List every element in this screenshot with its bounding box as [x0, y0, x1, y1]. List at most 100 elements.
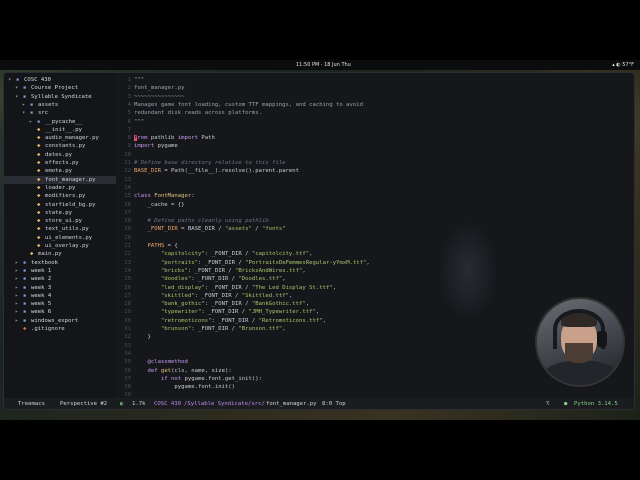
tree-file[interactable]: ◆ .gitignore [4, 325, 65, 333]
chevron-right-icon[interactable]: ▸ [15, 275, 23, 283]
tree-folder[interactable]: ▸ ▪ week 1 [4, 267, 51, 275]
chevron-down-icon[interactable]: ▾ [22, 109, 30, 117]
code-line[interactable]: 11 # Define base directory relative to th… [116, 159, 634, 167]
code-token: Manages game font loading, custom TTF ma… [134, 101, 364, 108]
git-branch-icon[interactable]: ⌥ [546, 398, 549, 409]
chevron-right-icon[interactable]: ▸ [15, 284, 23, 292]
tree-folder[interactable]: ▸ ▪ windows_export [4, 317, 78, 325]
code-line[interactable]: 9 import pygame [116, 142, 634, 150]
tree-file[interactable]: ◆ constants.py [4, 142, 85, 150]
code-line[interactable]: 17 [116, 209, 634, 217]
statusbar-language[interactable]: Python 3.14.5 [574, 398, 618, 409]
tree-item-label: starfield_bg.py [45, 201, 96, 208]
tree-file[interactable]: ◆ store_ui.py [4, 217, 82, 225]
code-line[interactable]: 16 _cache = {} [116, 201, 634, 209]
tree-folder[interactable]: ▸ ▪ __pycache__ [4, 118, 82, 126]
tree-file[interactable]: ◆ state.py [4, 209, 72, 217]
tree-folder[interactable]: ▸ ▪ textbook [4, 259, 58, 267]
chevron-right-icon[interactable]: ▸ [22, 101, 30, 109]
code-line[interactable]: 8 from pathlib import Path [116, 134, 634, 142]
statusbar-treemacs-label[interactable]: Treemacs [18, 398, 45, 409]
code-line[interactable]: 26 "led_display": _FONT_DIR / "The Led D… [116, 284, 634, 292]
code-line[interactable]: 19 _FONT_DIR = BASE_DIR / "assets" / "fo… [116, 225, 634, 233]
code-text: import pygame [134, 142, 178, 150]
git-file-icon: ◆ [23, 326, 27, 332]
menubar-status[interactable]: ▴ ◐ 57°F [612, 62, 634, 68]
code-line[interactable]: 10 [116, 151, 634, 159]
code-line[interactable]: 22 "capitolcity": _FONT_DIR / "capitolci… [116, 250, 634, 258]
chevron-down-icon[interactable]: ▾ [15, 84, 23, 92]
statusbar-perspective[interactable]: Perspective #2 [60, 398, 107, 409]
line-number: 30 [124, 317, 131, 324]
tree-file[interactable]: ◆ emote.py [4, 167, 72, 175]
tree-folder[interactable]: ▸ ▪ week 4 [4, 292, 51, 300]
tree-item-label: assets [38, 101, 59, 108]
code-line[interactable]: 1 """ [116, 76, 634, 84]
chevron-right-icon[interactable]: ▸ [15, 259, 23, 267]
code-line[interactable]: 27 "skittled": _FONT_DIR / "Skittled.ttf… [116, 292, 634, 300]
tree-folder[interactable]: ▾ ▪ src [4, 109, 48, 117]
modified-indicator-icon: ◐ [120, 401, 124, 407]
code-line[interactable]: 7 [116, 126, 634, 134]
tree-file[interactable]: ◆ ui_elements.py [4, 234, 92, 242]
tree-file[interactable]: ◆ text_utils.py [4, 225, 89, 233]
code-line[interactable]: 5 redundant disk reads across platforms. [116, 109, 634, 117]
tree-folder[interactable]: ▾ ▪ Course Project [4, 84, 78, 92]
code-line[interactable]: 14 [116, 184, 634, 192]
code-line[interactable]: 24 "bricks": _FONT_DIR / "BricksAndWires… [116, 267, 634, 275]
code-token: class [134, 193, 151, 200]
tree-folder[interactable]: ▸ ▪ week 3 [4, 284, 51, 292]
tree-folder[interactable]: ▸ ▪ assets [4, 101, 58, 109]
folder-icon: ▪ [23, 301, 27, 308]
chevron-down-icon[interactable]: ▾ [15, 93, 23, 101]
tree-file[interactable]: ◆ font_manager.py [4, 175, 116, 184]
chevron-right-icon[interactable]: ▸ [15, 300, 23, 308]
code-token: pygame.font.get_init(): [181, 375, 262, 382]
tree-file[interactable]: ◆ starfield_bg.py [4, 201, 96, 209]
line-number: 21 [124, 243, 131, 249]
tree-folder[interactable]: ▾ ▪ COSC 430 [4, 76, 51, 84]
code-text: "bricks": _FONT_DIR / "BricksAndWires.tt… [134, 267, 306, 275]
tree-folder[interactable]: ▸ ▪ week 2 [4, 275, 51, 283]
python-file-icon: ◆ [37, 143, 41, 150]
chevron-down-icon[interactable]: ▾ [8, 76, 16, 84]
tree-folder[interactable]: ▸ ▪ week 5 [4, 300, 51, 308]
code-line[interactable]: 6 """ [116, 118, 634, 126]
tree-item-label: COSC 430 [24, 77, 51, 83]
menubar-clock[interactable]: 11:50 PM · 18 Jun Thu [296, 62, 351, 68]
tree-file[interactable]: ◆ effects.py [4, 159, 79, 167]
code-token: "retromoticons" [134, 317, 212, 324]
line-number: 5 [127, 110, 131, 117]
code-line[interactable]: 13 [116, 176, 634, 184]
tree-file[interactable]: ◆ loader.py [4, 184, 75, 192]
folder-icon: ▪ [16, 77, 20, 83]
code-line[interactable]: 4 Manages game font loading, custom TTF m… [116, 101, 634, 109]
chevron-right-icon[interactable]: ▸ [15, 308, 23, 316]
tree-folder[interactable]: ▸ ▪ week 6 [4, 308, 51, 316]
tree-file[interactable]: ◆ audio_manager.py [4, 134, 99, 142]
code-line[interactable]: 12 BASE_DIR = Path(__file__).resolve().pa… [116, 167, 634, 175]
tree-file[interactable]: ◆ main.py [4, 250, 62, 258]
code-token: rom [137, 135, 148, 142]
tree-file[interactable]: ◆ modifiers.py [4, 192, 85, 200]
chevron-right-icon[interactable]: ▸ [15, 317, 23, 325]
chevron-right-icon[interactable]: ▸ [15, 292, 23, 300]
tree-folder[interactable]: ▾ ▪ Syllable Syndicate [4, 93, 92, 101]
code-line[interactable]: 3 ~~~~~~~~~~~~~~~ [116, 93, 634, 101]
code-line[interactable]: 21 PATHS = { [116, 242, 634, 250]
code-line[interactable]: 2 font_manager.py [116, 84, 634, 92]
line-number: 37 [124, 375, 131, 382]
chevron-right-icon[interactable]: ▸ [29, 118, 37, 126]
code-line[interactable]: 15 class FontManager: [116, 192, 634, 200]
tree-file[interactable]: ◆ __init__.py [4, 126, 82, 134]
tree-file[interactable]: ◆ dates.py [4, 151, 72, 159]
code-text: if not pygame.font.get_init(): [134, 375, 262, 383]
code-token: : _FONT_DIR / [194, 292, 242, 299]
code-line[interactable]: 20 [116, 234, 634, 242]
code-line[interactable]: 23 "portraits": _FONT_DIR / "PortraitsDe… [116, 259, 634, 267]
code-line[interactable]: 25 "doodles": _FONT_DIR / "Doodles.ttf", [116, 275, 634, 283]
code-line[interactable]: 18 # Define paths cleanly using pathlib [116, 217, 634, 225]
code-token: import [134, 143, 155, 150]
tree-file[interactable]: ◆ ui_overlay.py [4, 242, 89, 250]
chevron-right-icon[interactable]: ▸ [15, 267, 23, 275]
